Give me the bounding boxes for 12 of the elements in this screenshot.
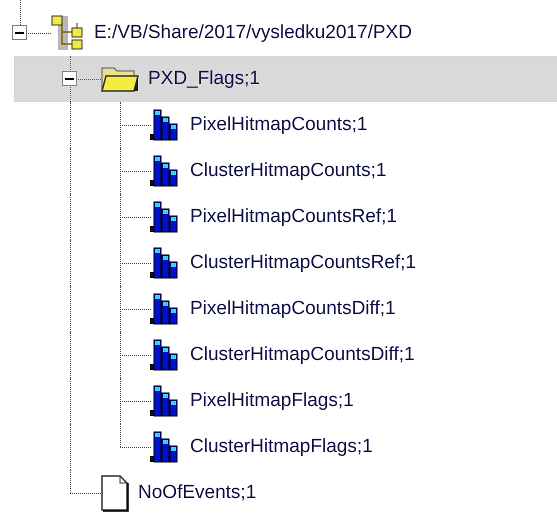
tree-item[interactable]: NoOfEvents;1	[0, 470, 557, 516]
tree-item[interactable]: PixelHitmapFlags;1	[0, 378, 557, 424]
tree-item[interactable]: ClusterHitmapCountsRef;1	[0, 240, 557, 286]
tree-item[interactable]: ClusterHitmapCountsDiff;1	[0, 332, 557, 378]
tree-item[interactable]: ClusterHitmapCounts;1	[0, 148, 557, 194]
expand-toggle[interactable]	[12, 25, 27, 40]
document-icon	[100, 474, 130, 512]
tree-item[interactable]: PixelHitmapCounts;1	[0, 102, 557, 148]
tree-item[interactable]: PixelHitmapCountsDiff;1	[0, 286, 557, 332]
tree-item[interactable]: PixelHitmapCountsRef;1	[0, 194, 557, 240]
tree-item[interactable]: ClusterHitmapFlags;1	[0, 424, 557, 470]
expand-toggle[interactable]	[62, 71, 77, 86]
